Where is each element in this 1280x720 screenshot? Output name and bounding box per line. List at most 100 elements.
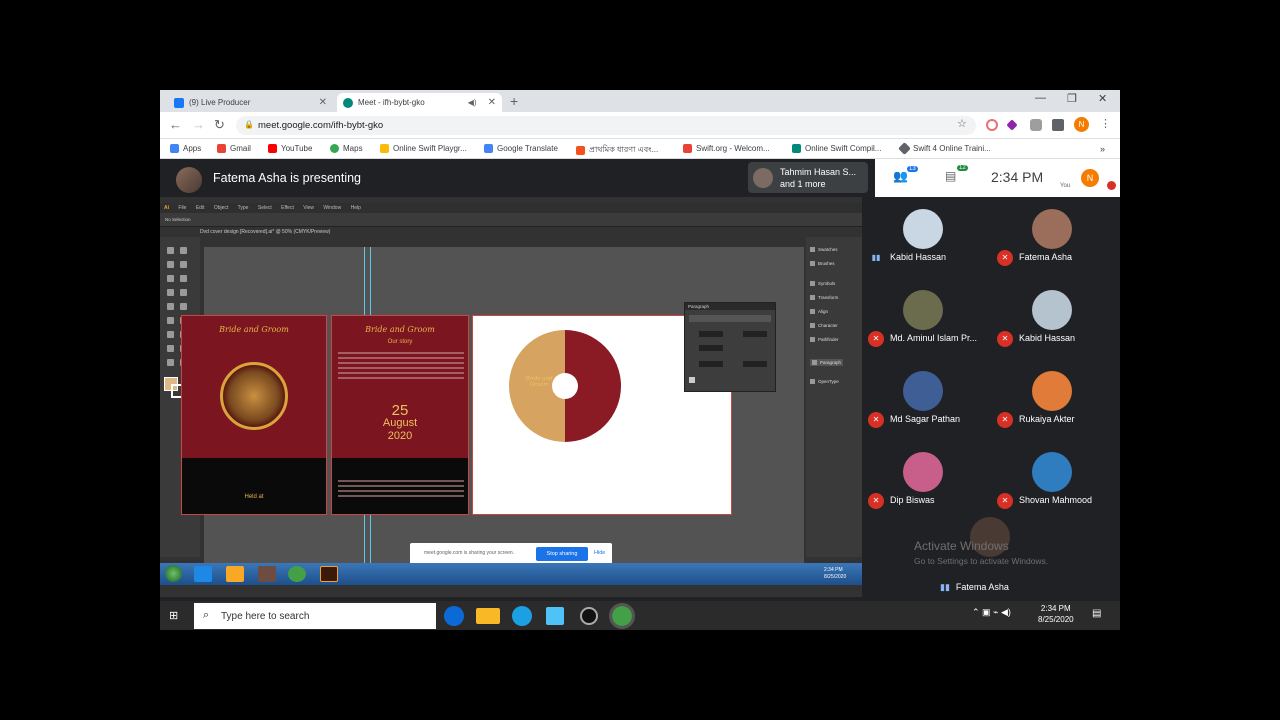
system-tray[interactable]: ⌃ ▣ ⌁ ◀) [972, 607, 1011, 618]
app-icon[interactable] [546, 607, 564, 625]
back-icon[interactable]: ← [169, 117, 182, 132]
bookmark-swift-training[interactable]: Swift 4 Online Traini... [898, 142, 991, 155]
line-tool-icon[interactable] [167, 275, 174, 282]
panel-brushes[interactable]: Brushes [810, 261, 835, 266]
audio-icon[interactable]: ◀) [468, 98, 477, 107]
first-line-indent-field[interactable] [699, 345, 723, 351]
bookmark-star-icon[interactable]: ☆ [957, 117, 967, 130]
tab-meet[interactable]: Meet - ifh-bybt-gko ◀) ✕ [337, 93, 502, 112]
start-orb-icon[interactable] [165, 565, 182, 582]
notification-icon[interactable]: ▤ [1092, 608, 1101, 619]
file-explorer-icon[interactable] [476, 608, 500, 624]
obs-icon[interactable] [580, 607, 598, 625]
hide-button[interactable]: Hide [594, 550, 605, 556]
folder-icon[interactable] [226, 566, 244, 582]
menu-type[interactable]: Type [238, 205, 249, 211]
reload-icon[interactable]: ↻ [214, 117, 225, 133]
participant-tile[interactable]: ▮▮ Kabid Hassan [862, 197, 984, 277]
extensions-puzzle-icon[interactable] [1052, 119, 1064, 131]
stop-sharing-button[interactable]: Stop sharing [536, 547, 588, 561]
extension-icon[interactable] [986, 119, 998, 131]
bookmark-apps[interactable]: Apps [170, 144, 201, 153]
participant-tile[interactable]: ✕ Shovan Mahmood [991, 440, 1113, 520]
pencil-tool-icon[interactable] [180, 289, 187, 296]
menu-help[interactable]: Help [351, 205, 361, 211]
bookmark-swift-org[interactable]: Swift.org - Welcom... [683, 144, 770, 153]
edge-icon[interactable] [512, 606, 532, 626]
participant-tile[interactable]: ✕ Fatema Asha [991, 197, 1113, 277]
menu-object[interactable]: Object [214, 205, 228, 211]
camera-icon[interactable] [1030, 119, 1042, 131]
menu-file[interactable]: File [178, 205, 186, 211]
pen-tool-icon[interactable] [167, 261, 174, 268]
more-bookmarks-icon[interactable]: » [1100, 144, 1105, 154]
panel-character[interactable]: Character [810, 323, 838, 328]
panel-paragraph[interactable]: Paragraph [810, 359, 844, 366]
alignment-buttons[interactable] [689, 315, 771, 322]
people-icon[interactable]: 👥 [893, 169, 908, 183]
participant-tile[interactable]: ✕ Md Sagar Pathan [862, 359, 984, 439]
panel-transform[interactable]: Transform [810, 295, 838, 300]
bookmark-bangla[interactable]: প্রাথমিক ধারণা এবং... [576, 144, 658, 157]
panel-swatches[interactable]: Swatches [810, 247, 838, 252]
bookmark-gmail[interactable]: Gmail [217, 144, 251, 153]
panel-opentype[interactable]: OpenType [810, 379, 839, 384]
self-avatar[interactable]: N [1081, 169, 1099, 187]
pen-extension-icon[interactable] [1006, 119, 1018, 131]
hand-tool-icon[interactable] [167, 359, 174, 366]
close-tab-icon[interactable]: ✕ [319, 97, 327, 108]
paragraph-panel[interactable]: Paragraph [684, 302, 776, 392]
windows-start-icon[interactable]: ⊞ [169, 609, 178, 622]
indent-left-field[interactable] [699, 331, 723, 337]
menu-edit[interactable]: Edit [196, 205, 205, 211]
warp-tool-icon[interactable] [167, 317, 174, 324]
taskbar-search[interactable]: ⌕ Type here to search [194, 603, 436, 629]
menu-effect[interactable]: Effect [281, 205, 294, 211]
chrome-icon[interactable] [288, 566, 306, 582]
scale-tool-icon[interactable] [180, 303, 187, 310]
restore-icon[interactable]: ❐ [1067, 92, 1077, 105]
bookmark-google-translate[interactable]: Google Translate [484, 144, 558, 153]
participant-tile[interactable]: ✕ Kabid Hassan [991, 278, 1113, 358]
close-window-icon[interactable]: ✕ [1098, 92, 1107, 105]
close-tab-icon[interactable]: ✕ [488, 97, 496, 108]
firefox-icon[interactable] [444, 606, 464, 626]
presenter-tile[interactable]: Tahmim Hasan S... and 1 more [748, 162, 868, 193]
selection-tool-icon[interactable] [167, 247, 174, 254]
chat-icon[interactable]: ▤ [945, 169, 956, 183]
participant-tile[interactable]: ✕ Dip Biswas [862, 440, 984, 520]
artboard-canvas[interactable]: Bride and Groom Held at Bride and Groom … [181, 247, 804, 565]
ie-icon[interactable] [194, 566, 212, 582]
cover-front[interactable]: Bride and Groom Held at [181, 315, 327, 515]
type-tool-icon[interactable] [180, 261, 187, 268]
new-tab-button[interactable]: + [510, 93, 518, 109]
space-before-field[interactable] [699, 361, 723, 367]
hyphenate-checkbox[interactable] [689, 377, 695, 383]
menu-icon[interactable]: ⋮ [1100, 117, 1111, 130]
menu-window[interactable]: Window [323, 205, 341, 211]
chrome-icon[interactable] [609, 603, 635, 629]
address-bar[interactable]: 🔒 meet.google.com/ifh-bybt-gko [236, 116, 976, 135]
illustrator-icon[interactable] [320, 566, 338, 582]
panel-pathfinder[interactable]: Pathfinder [810, 337, 839, 342]
document-tab[interactable]: Dvd cover design [Recovered].ai* @ 50% (… [200, 229, 330, 235]
shape-builder-tool-icon[interactable] [167, 331, 174, 338]
panel-align[interactable]: Align [810, 309, 828, 314]
minimize-icon[interactable]: — [1035, 92, 1046, 104]
rectangle-tool-icon[interactable] [180, 275, 187, 282]
profile-avatar[interactable]: N [1074, 117, 1089, 132]
media-icon[interactable] [258, 566, 276, 582]
participant-tile[interactable]: ✕ Rukaiya Akter [991, 359, 1113, 439]
cover-back[interactable]: Bride and Groom Our story 25 August 2020 [331, 315, 469, 515]
bookmark-youtube[interactable]: YouTube [268, 144, 312, 153]
panel-symbols[interactable]: Symbols [810, 281, 835, 286]
participant-tile[interactable]: ✕ Md. Aminul Islam Pr... [862, 278, 984, 358]
space-after-field[interactable] [743, 361, 767, 367]
rotate-tool-icon[interactable] [167, 303, 174, 310]
tab-live-producer[interactable]: (9) Live Producer ✕ [168, 93, 333, 112]
menu-select[interactable]: Select [258, 205, 272, 211]
eyedropper-tool-icon[interactable] [167, 345, 174, 352]
forward-icon[interactable]: → [192, 117, 205, 132]
bookmark-swift-playground[interactable]: Online Swift Playgr... [380, 144, 467, 153]
indent-right-field[interactable] [743, 331, 767, 337]
